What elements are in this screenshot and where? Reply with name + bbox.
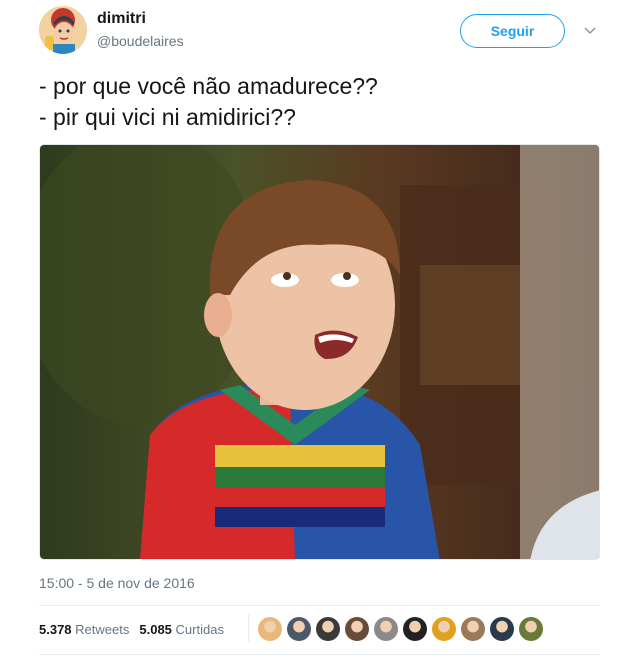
chevron-down-icon [584,27,596,35]
author-handle[interactable]: @boudelaires [97,33,184,49]
liker-avatar[interactable] [490,617,514,641]
liker-avatar[interactable] [519,617,543,641]
divider-bottom [39,654,600,655]
likes-count: 5.085 [139,622,172,637]
avatar-cartoon-icon [39,6,87,54]
liker-avatar[interactable] [432,617,456,641]
follow-button[interactable]: Seguir [460,14,565,48]
divider-top [39,605,600,606]
tweet-stats: 5.378 Retweets 5.085 Curtidas [39,622,234,637]
liker-avatar[interactable] [287,617,311,641]
tweet-line-2: - pir qui vici ni amidirici?? [39,104,296,130]
liker-avatar[interactable] [374,617,398,641]
more-options-caret[interactable] [582,22,598,38]
liker-avatar[interactable] [345,617,369,641]
photo-child-making-face [40,145,599,559]
likers-avatars [258,617,548,641]
tweet-line-1: - por que você não amadurece?? [39,73,378,99]
author-avatar[interactable] [39,6,87,54]
tweet-photo[interactable] [39,144,600,560]
retweets-count: 5.378 [39,622,72,637]
retweets-label: Retweets [75,622,130,637]
liker-avatar[interactable] [461,617,485,641]
tweet-text: - por que você não amadurece?? - pir qui… [39,71,378,133]
author-name[interactable]: dimitri [97,10,146,28]
stats-separator [248,614,249,642]
tweet-timestamp[interactable]: 15:00 - 5 de nov de 2016 [39,575,195,591]
retweets-stat[interactable]: 5.378 Retweets [39,622,129,637]
liker-avatar[interactable] [316,617,340,641]
likes-label: Curtidas [175,622,224,637]
likes-stat[interactable]: 5.085 Curtidas [139,622,224,637]
liker-avatar[interactable] [403,617,427,641]
liker-avatar[interactable] [258,617,282,641]
